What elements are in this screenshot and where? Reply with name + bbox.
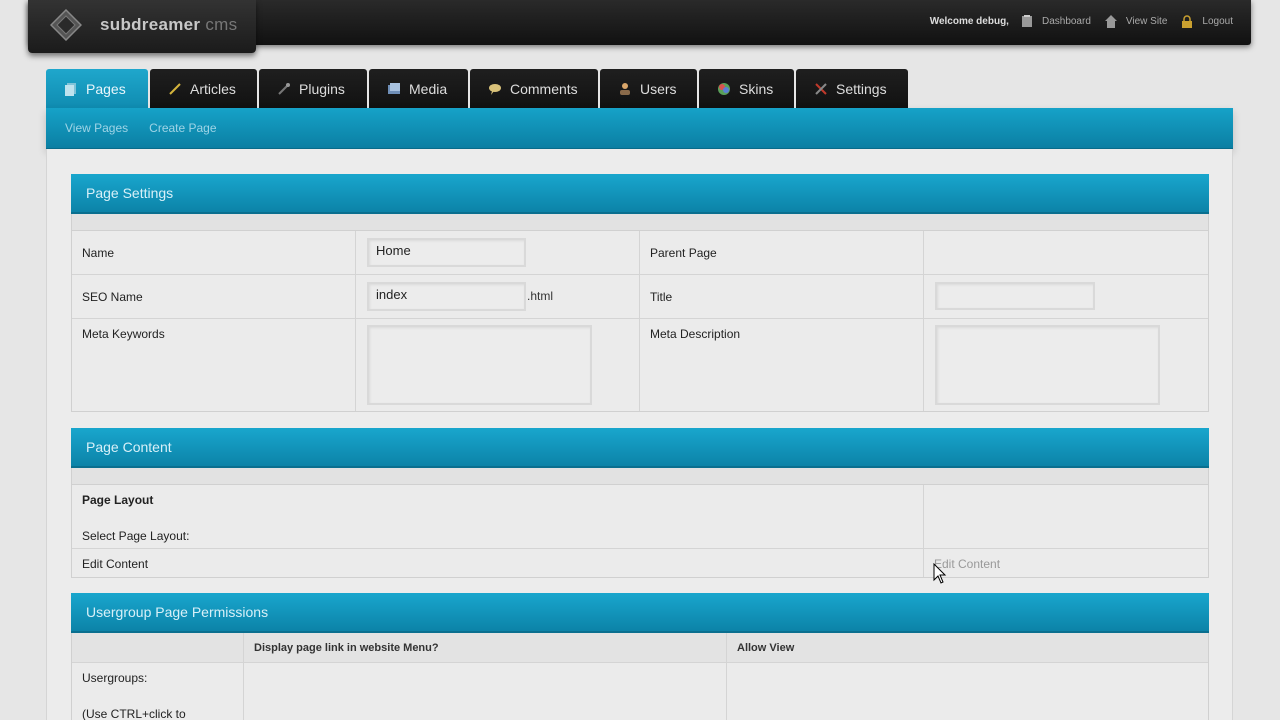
tab-plugins[interactable]: Plugins bbox=[259, 69, 367, 109]
section-spacer bbox=[71, 468, 1209, 484]
tab-comments[interactable]: Comments bbox=[470, 69, 598, 109]
meta-description-label: Meta Description bbox=[650, 327, 741, 341]
comment-icon bbox=[489, 84, 501, 95]
dashboard-link[interactable]: Dashboard bbox=[1042, 16, 1091, 27]
content-panel: Page Settings Name Home Parent Page SEO … bbox=[46, 149, 1233, 720]
meta-keywords-textarea[interactable] bbox=[367, 325, 592, 405]
title-label: Title bbox=[650, 290, 673, 304]
table-header-cell bbox=[727, 633, 1208, 663]
page-layout-label: Page Layout bbox=[82, 493, 154, 507]
seo-suffix: .html bbox=[527, 289, 554, 303]
page-content-form: Page Layout Select Page Layout: Edit Con… bbox=[71, 484, 1209, 578]
view-site-link[interactable]: View Site bbox=[1126, 16, 1168, 27]
logo[interactable]: subdreamer cms bbox=[28, 0, 256, 53]
palette-icon bbox=[718, 83, 730, 95]
main-tabs: Pages Articles Plugins Media Comments Us… bbox=[46, 69, 908, 109]
pages-icon bbox=[65, 83, 76, 96]
pencil-icon bbox=[169, 83, 181, 95]
media-icon bbox=[388, 83, 400, 94]
home-icon bbox=[1104, 15, 1117, 28]
cell bbox=[924, 485, 1208, 549]
seo-name-label: SEO Name bbox=[82, 290, 143, 304]
tools-icon bbox=[815, 83, 827, 95]
logout-link[interactable]: Logout bbox=[1202, 16, 1233, 27]
meta-keywords-label: Meta Keywords bbox=[82, 327, 165, 341]
usergroups-hint: (Use CTRL+click to bbox=[82, 707, 186, 720]
tab-settings[interactable]: Settings bbox=[796, 69, 908, 109]
tab-articles[interactable]: Articles bbox=[150, 69, 257, 109]
parent-page-label: Parent Page bbox=[650, 246, 717, 260]
tab-users[interactable]: Users bbox=[600, 69, 697, 109]
name-label: Name bbox=[82, 246, 115, 260]
tab-media[interactable]: Media bbox=[369, 69, 468, 109]
top-bar: subdreamer cms Welcome debug, Dashboard … bbox=[28, 0, 1251, 53]
cell bbox=[72, 549, 924, 577]
mouse-cursor-icon bbox=[933, 563, 947, 584]
permissions-header: Usergroup Page Permissions bbox=[71, 593, 1209, 633]
lock-icon bbox=[1182, 15, 1193, 28]
usergroups-label: Usergroups: bbox=[82, 671, 148, 685]
cell bbox=[72, 485, 924, 549]
cell bbox=[244, 663, 727, 720]
title-input[interactable] bbox=[935, 282, 1095, 310]
cell bbox=[640, 275, 924, 319]
select-page-layout-label: Select Page Layout: bbox=[82, 529, 190, 543]
permissions-table: Display page link in website Menu? Allow… bbox=[71, 633, 1209, 720]
seo-name-input[interactable]: index bbox=[367, 282, 526, 311]
logo-icon bbox=[50, 9, 82, 41]
display-menu-column-header: Display page link in website Menu? bbox=[254, 642, 439, 654]
sub-navigation: View Pages Create Page bbox=[46, 108, 1233, 149]
cell bbox=[72, 231, 356, 275]
user-icon bbox=[620, 83, 630, 95]
section-spacer bbox=[71, 214, 1209, 230]
name-input[interactable]: Home bbox=[367, 238, 526, 267]
page-settings-form: Name Home Parent Page SEO Name index .ht… bbox=[71, 230, 1209, 412]
view-pages-link[interactable]: View Pages bbox=[65, 121, 128, 135]
logo-text: subdreamer cms bbox=[100, 15, 238, 34]
dashboard-icon bbox=[1021, 15, 1032, 27]
create-page-link[interactable]: Create Page bbox=[149, 121, 216, 135]
plugin-icon bbox=[278, 83, 290, 95]
tab-skins[interactable]: Skins bbox=[699, 69, 794, 109]
table-header-cell bbox=[72, 633, 244, 663]
top-links: Welcome debug, Dashboard View Site Logou… bbox=[930, 15, 1233, 28]
page-settings-header: Page Settings bbox=[71, 174, 1209, 214]
meta-description-textarea[interactable] bbox=[935, 325, 1160, 405]
page-content-header: Page Content bbox=[71, 428, 1209, 468]
allow-view-column-header: Allow View bbox=[737, 642, 795, 654]
tab-pages[interactable]: Pages bbox=[46, 69, 148, 109]
edit-content-label: Edit Content bbox=[82, 557, 149, 571]
cell bbox=[924, 231, 1208, 275]
welcome-text: Welcome debug, bbox=[929, 16, 1009, 27]
